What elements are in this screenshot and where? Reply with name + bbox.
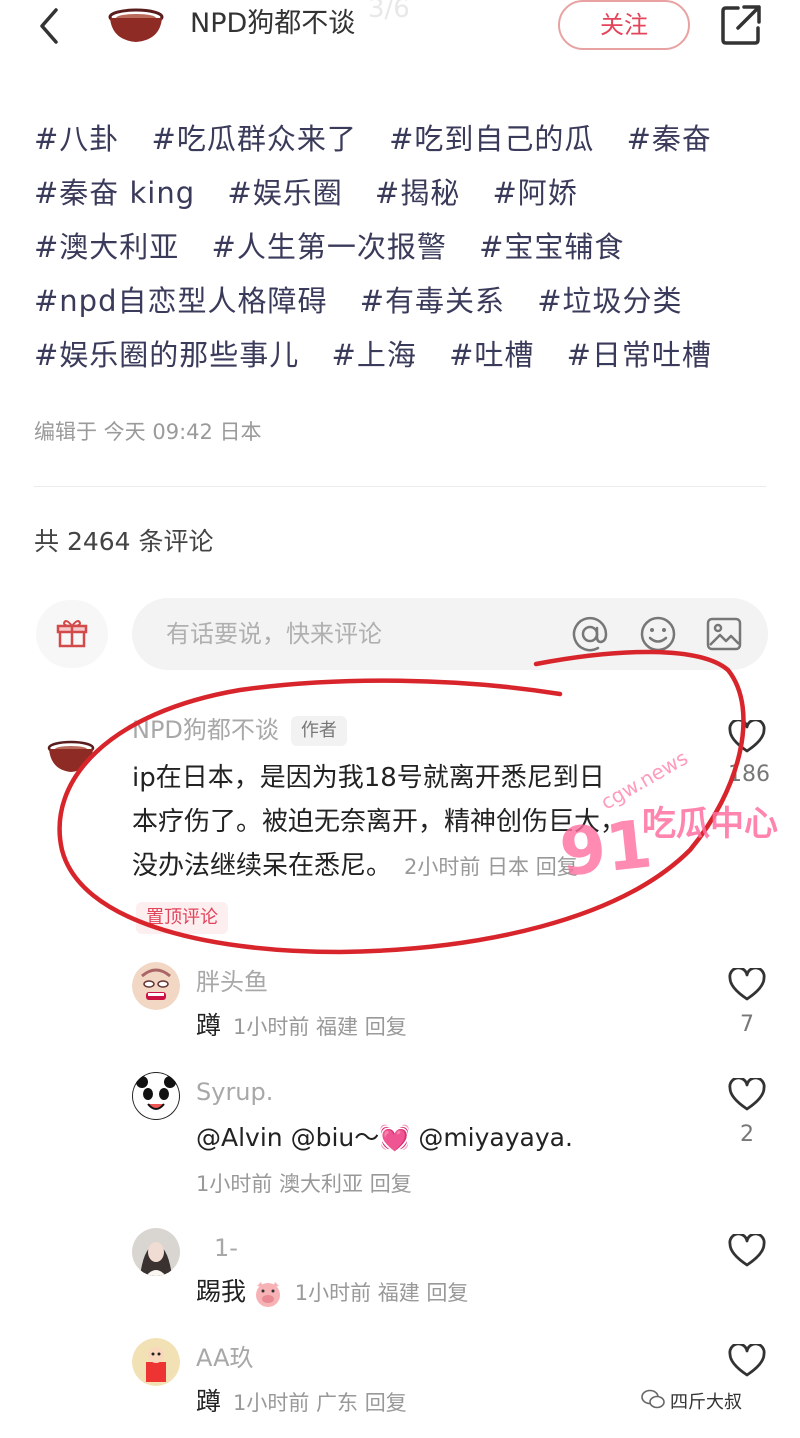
comment-line: 本疗伤了。被迫无奈离开，精神创伤巨大， bbox=[132, 807, 627, 837]
comment-meta[interactable]: 2小时前 日本 回复 bbox=[404, 855, 578, 879]
comment-author[interactable]: 1- bbox=[214, 1232, 238, 1264]
heart-icon[interactable] bbox=[728, 1344, 766, 1378]
hashtag[interactable]: #宝宝辅食 bbox=[479, 230, 624, 264]
hashtag[interactable]: #八卦 bbox=[34, 122, 119, 156]
divider bbox=[34, 486, 766, 487]
comment-author[interactable]: 胖头鱼 bbox=[196, 966, 268, 998]
back-button[interactable] bbox=[28, 4, 72, 48]
wechat-icon bbox=[641, 1389, 665, 1409]
pig-emoji-icon bbox=[255, 1282, 280, 1307]
follow-button[interactable]: 关注 bbox=[558, 0, 690, 50]
emoji-button[interactable] bbox=[638, 614, 678, 654]
hashtag[interactable]: #日常吐槽 bbox=[567, 338, 712, 372]
author-badge: 作者 bbox=[290, 716, 347, 746]
comment-meta[interactable]: 1小时前 澳大利亚 回复 bbox=[196, 1168, 412, 1200]
hashtag-list: #八卦 #吃瓜群众来了 #吃到自己的瓜 #秦奋 #秦奋 king #娱乐圈 #揭… bbox=[34, 112, 774, 382]
hashtag[interactable]: #吃瓜群众来了 bbox=[152, 122, 357, 156]
comment-meta[interactable]: 1小时前 福建 回复 bbox=[295, 1281, 469, 1305]
hashtag[interactable]: #揭秘 bbox=[375, 176, 460, 210]
footer-brand: 四斤大叔 bbox=[670, 1392, 742, 1413]
mention-button[interactable] bbox=[570, 614, 610, 654]
author-avatar[interactable] bbox=[104, 8, 168, 44]
gift-button[interactable] bbox=[36, 600, 108, 668]
author-name[interactable]: NPD狗都不谈 bbox=[190, 4, 355, 44]
page-counter: 3/6 bbox=[368, 0, 410, 24]
comment-text[interactable]: 踢我 bbox=[196, 1277, 246, 1306]
comment-line: 没办法继续呆在悉尼。 bbox=[132, 851, 393, 881]
heart-icon[interactable] bbox=[728, 1234, 766, 1268]
comment-count: 共 2464 条评论 bbox=[34, 527, 214, 556]
top-bar: NPD狗都不谈 3/6 关注 bbox=[0, 0, 800, 60]
hashtag[interactable]: #上海 bbox=[332, 338, 417, 372]
comment-meta[interactable]: 1小时前 福建 回复 bbox=[233, 1015, 407, 1039]
at-icon bbox=[572, 616, 608, 652]
face-avatar-icon bbox=[132, 962, 180, 1010]
heart-icon[interactable] bbox=[728, 720, 766, 754]
hashtag[interactable]: #澳大利亚 bbox=[34, 230, 179, 264]
share-button[interactable] bbox=[718, 2, 764, 48]
edit-time: 编辑于 今天 09:42 日本 bbox=[34, 420, 262, 444]
comment-input-placeholder: 有话要说，快来评论 bbox=[166, 620, 382, 648]
hashtag[interactable]: #娱乐圈的那些事儿 bbox=[34, 338, 299, 372]
avatar[interactable] bbox=[132, 962, 180, 1010]
like-count: 186 bbox=[728, 762, 770, 787]
image-button[interactable] bbox=[704, 614, 744, 654]
hashtag[interactable]: #秦奋 bbox=[627, 122, 712, 156]
hashtag[interactable]: #吃到自己的瓜 bbox=[389, 122, 594, 156]
like-count: 7 bbox=[740, 1012, 754, 1037]
image-icon bbox=[706, 617, 742, 651]
comment-author[interactable]: Syrup. bbox=[196, 1076, 273, 1108]
hashtag[interactable]: #npd自恋型人格障碍 bbox=[34, 284, 328, 318]
hashtag[interactable]: #娱乐圈 bbox=[227, 176, 342, 210]
smiley-icon bbox=[640, 616, 676, 652]
hashtag[interactable]: #吐槽 bbox=[449, 338, 534, 372]
hashtag[interactable]: #垃圾分类 bbox=[537, 284, 682, 318]
chevron-left-icon bbox=[40, 8, 58, 44]
comment-text[interactable]: @Alvin @biu～💓 @miyayaya. bbox=[196, 1116, 573, 1160]
photo-avatar-icon bbox=[132, 1228, 180, 1276]
comment-body-row: 蹲 1小时前 广东 回复 bbox=[196, 1386, 407, 1419]
heart-icon[interactable] bbox=[728, 968, 766, 1002]
comment-input[interactable]: 有话要说，快来评论 bbox=[132, 598, 768, 670]
bowl-icon bbox=[108, 8, 164, 42]
comment-line-last: 没办法继续呆在悉尼。 2小时前 日本 回复 bbox=[132, 844, 692, 889]
comment-body-row: 踢我 1小时前 福建 回复 bbox=[196, 1276, 468, 1309]
comment-text[interactable]: 蹲 bbox=[196, 1387, 221, 1416]
hashtag[interactable]: #阿娇 bbox=[492, 176, 577, 210]
avatar[interactable] bbox=[132, 1072, 180, 1120]
comment-meta[interactable]: 1小时前 广东 回复 bbox=[233, 1391, 407, 1415]
comment-text[interactable]: 蹲 bbox=[196, 1011, 221, 1040]
hashtag[interactable]: #秦奋 king bbox=[34, 176, 195, 210]
comment-body-row: 蹲 1小时前 福建 回复 bbox=[196, 1010, 407, 1043]
pinned-badge: 置顶评论 bbox=[136, 902, 228, 934]
panda-avatar-icon bbox=[132, 1072, 180, 1120]
comment-author[interactable]: NPD狗都不谈 bbox=[132, 716, 279, 744]
comment-author[interactable]: AA玖 bbox=[196, 1342, 254, 1374]
share-icon bbox=[721, 5, 761, 45]
like-count: 2 bbox=[740, 1122, 754, 1147]
avatar[interactable] bbox=[132, 1338, 180, 1386]
hashtag[interactable]: #有毒关系 bbox=[360, 284, 505, 318]
hashtag[interactable]: #人生第一次报警 bbox=[212, 230, 447, 264]
avatar[interactable] bbox=[132, 1228, 180, 1276]
comment-text[interactable]: ip在日本，是因为我18号就离开悉尼到日 本疗伤了。被迫无奈离开，精神创伤巨大，… bbox=[132, 756, 692, 889]
comment-line: ip在日本，是因为我18号就离开悉尼到日 bbox=[132, 763, 605, 793]
heart-icon[interactable] bbox=[728, 1078, 766, 1112]
bowl-icon bbox=[46, 728, 96, 778]
comment-author-row: NPD狗都不谈 作者 bbox=[132, 714, 347, 746]
avatar[interactable] bbox=[46, 728, 96, 778]
gift-icon bbox=[56, 620, 88, 648]
cartoon-avatar-icon bbox=[132, 1338, 180, 1386]
